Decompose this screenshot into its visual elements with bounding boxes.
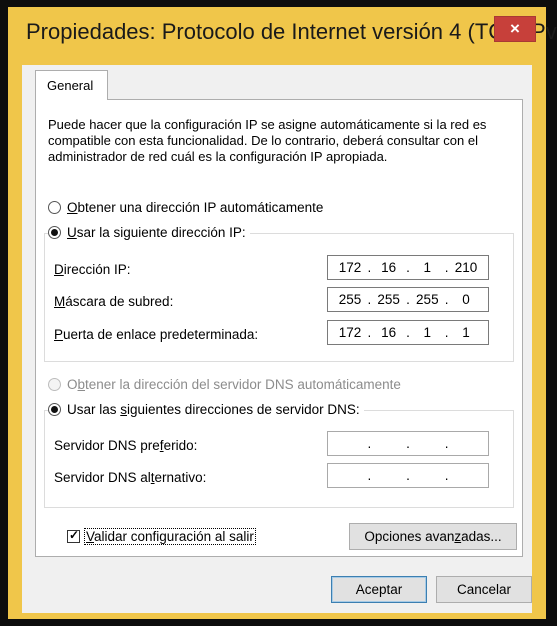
check-icon: ✓ xyxy=(69,528,80,542)
ip-manual-radio[interactable] xyxy=(48,226,61,239)
ip-auto-radio[interactable] xyxy=(48,201,61,214)
ip-octet-4: 210 xyxy=(454,260,478,275)
mask-octet-2: 255 xyxy=(377,292,400,307)
preferred-dns-input[interactable]: . . . xyxy=(327,431,489,456)
subnet-mask-label: Máscara de subred: xyxy=(54,294,174,309)
dns-auto-radio[interactable] xyxy=(48,378,61,391)
gateway-octet-3: 1 xyxy=(423,325,432,340)
ip-manual-label: Usar la siguiente dirección IP: xyxy=(67,225,246,240)
tab-general[interactable]: General xyxy=(35,70,108,100)
validate-checkbox-option[interactable]: ✓ Validar configuración al salir xyxy=(67,528,256,545)
close-button[interactable]: × xyxy=(494,16,536,42)
ip-octet-3: 1 xyxy=(423,260,432,275)
dialog-client-area: General Puede hacer que la configuración… xyxy=(22,65,532,613)
alternate-dns-label: Servidor DNS alternativo: xyxy=(54,470,207,485)
subnet-mask-input[interactable]: 255. 255. 255. 0 xyxy=(327,287,489,312)
mask-octet-1: 255 xyxy=(338,292,362,307)
advanced-options-label: Opciones avanzadas... xyxy=(364,529,502,544)
dialog-window: Propiedades: Protocolo de Internet versi… xyxy=(8,7,557,619)
gateway-octet-4: 1 xyxy=(462,325,470,340)
dns-manual-label: Usar las siguientes direcciones de servi… xyxy=(67,402,360,417)
description-text: Puede hacer que la configuración IP se a… xyxy=(48,117,487,164)
cancel-button[interactable]: Cancelar xyxy=(436,576,532,603)
preferred-dns-label: Servidor DNS preferido: xyxy=(54,438,198,453)
ip-manual-radio-option[interactable]: Usar la siguiente dirección IP: xyxy=(48,225,250,240)
tab-panel-general: Puede hacer que la configuración IP se a… xyxy=(35,99,523,557)
mask-octet-4: 0 xyxy=(462,292,470,307)
dns-manual-radio-option[interactable]: Usar las siguientes direcciones de servi… xyxy=(48,402,364,417)
dns-manual-radio[interactable] xyxy=(48,403,61,416)
gateway-octet-2: 16 xyxy=(381,325,397,340)
ip-auto-radio-option[interactable]: Obtener una dirección IP automáticamente xyxy=(48,200,324,215)
dns-auto-label: Obtener la dirección del servidor DNS au… xyxy=(67,377,401,392)
default-gateway-input[interactable]: 172. 16. 1. 1 xyxy=(327,320,489,345)
mask-octet-3: 255 xyxy=(416,292,439,307)
ip-address-input[interactable]: 172. 16. 1. 210 xyxy=(327,255,489,280)
close-icon: × xyxy=(510,19,520,38)
title-bar[interactable]: Propiedades: Protocolo de Internet versi… xyxy=(8,7,557,65)
ip-octet-1: 172 xyxy=(338,260,362,275)
ip-auto-label: Obtener una dirección IP automáticamente xyxy=(67,200,324,215)
ip-address-label: Dirección IP: xyxy=(54,262,131,277)
validate-label: Validar configuración al salir xyxy=(84,528,256,545)
validate-checkbox[interactable]: ✓ xyxy=(67,528,80,543)
dns-settings-group xyxy=(44,410,514,508)
ip-octet-2: 16 xyxy=(381,260,397,275)
window-title: Propiedades: Protocolo de Internet versi… xyxy=(26,19,557,44)
alternate-dns-input[interactable]: . . . xyxy=(327,463,489,488)
advanced-options-button[interactable]: Opciones avanzadas... xyxy=(349,523,517,550)
dns-auto-radio-option[interactable]: Obtener la dirección del servidor DNS au… xyxy=(48,377,401,392)
ok-button[interactable]: Aceptar xyxy=(331,576,427,603)
gateway-octet-1: 172 xyxy=(338,325,362,340)
default-gateway-label: Puerta de enlace predeterminada: xyxy=(54,327,259,342)
